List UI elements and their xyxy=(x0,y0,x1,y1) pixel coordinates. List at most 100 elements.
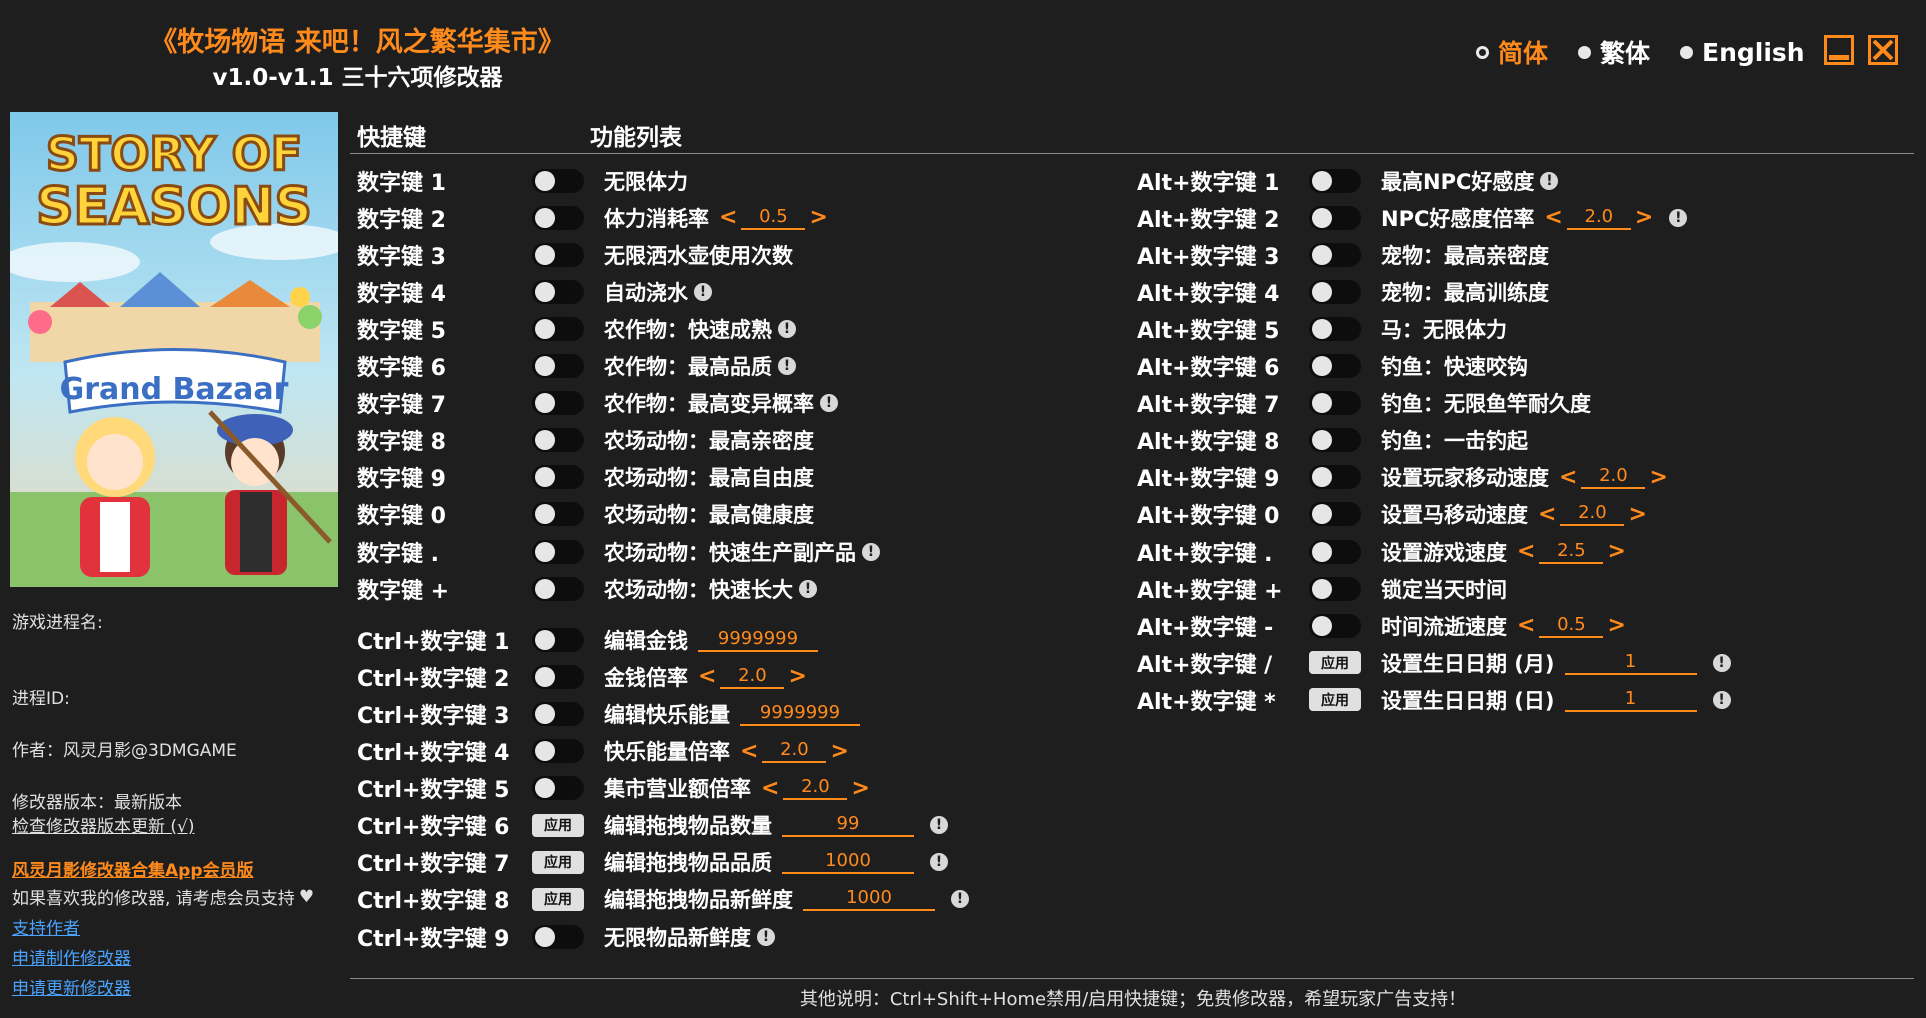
toggle-switch[interactable] xyxy=(532,391,584,416)
apply-button[interactable]: 应用 xyxy=(1309,651,1361,675)
value-field[interactable]: 2.0 xyxy=(720,665,785,689)
info-icon[interactable]: ! xyxy=(778,319,796,338)
toggle-switch[interactable] xyxy=(1309,502,1361,527)
toggle-switch[interactable] xyxy=(532,739,584,763)
value-input[interactable]: 1 xyxy=(1564,651,1697,675)
decrease-arrow-icon[interactable]: < xyxy=(717,205,739,230)
apply-button[interactable]: 应用 xyxy=(532,813,584,837)
radio-selected-icon[interactable] xyxy=(1476,45,1489,59)
value-field[interactable]: 2.0 xyxy=(783,776,848,801)
toggle-switch[interactable] xyxy=(532,465,584,490)
toggle-switch[interactable] xyxy=(1309,428,1361,453)
increase-arrow-icon[interactable]: > xyxy=(1605,613,1627,638)
value-field[interactable]: 0.5 xyxy=(1539,614,1604,638)
value-field[interactable]: 2.0 xyxy=(1560,502,1625,527)
toggle-switch[interactable] xyxy=(1309,391,1361,416)
toggle-switch[interactable] xyxy=(532,242,584,267)
decrease-arrow-icon[interactable]: < xyxy=(738,739,760,764)
hotkey-label: 数字键 5 xyxy=(357,318,446,344)
decrease-arrow-icon[interactable]: < xyxy=(759,776,781,801)
decrease-arrow-icon[interactable]: < xyxy=(696,664,718,689)
info-icon[interactable]: ! xyxy=(1540,171,1559,190)
toggle-switch[interactable] xyxy=(532,664,584,689)
toggle-switch[interactable] xyxy=(532,502,584,527)
request-update-link[interactable]: 申请更新修改器 xyxy=(12,974,131,999)
decrease-arrow-icon[interactable]: < xyxy=(1557,465,1579,490)
app-member-link[interactable]: 风灵月影修改器合集App会员版 xyxy=(12,856,254,881)
decrease-arrow-icon[interactable]: < xyxy=(1542,205,1564,230)
request-trainer-link[interactable]: 申请制作修改器 xyxy=(12,944,131,969)
lang-traditional-option[interactable]: 繁体 xyxy=(1578,34,1650,70)
info-icon[interactable]: ! xyxy=(799,579,817,598)
decrease-arrow-icon[interactable]: < xyxy=(1536,502,1558,527)
value-input[interactable]: 9999999 xyxy=(698,628,818,652)
value-input[interactable]: 1000 xyxy=(782,850,914,875)
value-field[interactable]: 2.0 xyxy=(762,739,827,763)
value-field[interactable]: 2.5 xyxy=(1539,540,1604,564)
lang-english-option[interactable]: English xyxy=(1680,34,1805,70)
info-icon[interactable]: ! xyxy=(694,282,712,301)
increase-arrow-icon[interactable]: > xyxy=(1633,205,1655,230)
support-author-link[interactable]: 支持作者 xyxy=(12,914,80,939)
value-input[interactable]: 1000 xyxy=(803,887,935,912)
apply-button[interactable]: 应用 xyxy=(532,850,584,874)
increase-arrow-icon[interactable]: > xyxy=(849,776,871,801)
toggle-switch[interactable] xyxy=(1309,354,1361,378)
value-input[interactable]: 9999999 xyxy=(740,702,860,726)
value-field[interactable]: 2.0 xyxy=(1581,465,1646,490)
toggle-switch[interactable] xyxy=(532,701,584,726)
toggle-switch[interactable] xyxy=(1309,576,1361,601)
info-icon[interactable]: ! xyxy=(778,357,796,375)
info-icon[interactable]: ! xyxy=(1712,653,1731,672)
info-icon[interactable]: ! xyxy=(1669,208,1688,227)
info-icon[interactable]: ! xyxy=(951,890,969,909)
toggle-switch[interactable] xyxy=(1309,279,1361,304)
minimize-button[interactable] xyxy=(1824,35,1854,65)
toggle-switch[interactable] xyxy=(532,539,584,564)
toggle-switch[interactable] xyxy=(532,627,584,652)
radio-icon[interactable] xyxy=(1680,45,1693,59)
toggle-switch[interactable] xyxy=(532,924,584,949)
info-icon[interactable]: ! xyxy=(820,394,838,413)
toggle-switch[interactable] xyxy=(532,316,584,341)
increase-arrow-icon[interactable]: > xyxy=(1605,539,1627,564)
toggle-switch[interactable] xyxy=(532,354,584,378)
lang-simplified-option[interactable]: 简体 xyxy=(1476,34,1548,70)
apply-button[interactable]: 应用 xyxy=(532,887,584,911)
toggle-switch[interactable] xyxy=(1309,316,1361,341)
value-field[interactable]: 0.5 xyxy=(741,206,806,230)
info-icon[interactable]: ! xyxy=(930,816,948,835)
value-input[interactable]: 1 xyxy=(1564,688,1697,712)
toggle-switch[interactable] xyxy=(1309,205,1361,230)
info-icon[interactable]: ! xyxy=(1712,690,1731,709)
increase-arrow-icon[interactable]: > xyxy=(786,664,808,689)
toggle-switch[interactable] xyxy=(532,279,584,304)
decrease-arrow-icon[interactable]: < xyxy=(1515,539,1537,564)
info-icon[interactable]: ! xyxy=(757,927,775,946)
toggle-switch[interactable] xyxy=(1309,242,1361,267)
value-field[interactable]: 2.0 xyxy=(1566,206,1631,230)
toggle-switch[interactable] xyxy=(1309,168,1361,193)
increase-arrow-icon[interactable]: > xyxy=(807,205,829,230)
value-input[interactable]: 99 xyxy=(782,813,914,838)
increase-arrow-icon[interactable]: > xyxy=(1647,465,1669,490)
increase-arrow-icon[interactable]: > xyxy=(1626,502,1648,527)
option-label: 设置马移动速度 xyxy=(1381,503,1528,528)
toggle-switch[interactable] xyxy=(532,205,584,230)
decrease-arrow-icon[interactable]: < xyxy=(1515,613,1537,638)
toggle-switch[interactable] xyxy=(532,428,584,453)
toggle-switch[interactable] xyxy=(532,168,584,193)
toggle-switch[interactable] xyxy=(532,576,584,601)
toggle-switch[interactable] xyxy=(532,776,584,801)
toggle-switch[interactable] xyxy=(1309,539,1361,564)
radio-icon[interactable] xyxy=(1578,45,1591,59)
toggle-switch[interactable] xyxy=(1309,465,1361,490)
increase-arrow-icon[interactable]: > xyxy=(828,739,850,764)
info-icon[interactable]: ! xyxy=(862,542,880,561)
check-update-link[interactable]: 检查修改器版本更新 (√) xyxy=(12,812,195,837)
info-icon[interactable]: ! xyxy=(930,853,948,872)
hotkey-label: 数字键 6 xyxy=(357,356,446,381)
apply-button[interactable]: 应用 xyxy=(1309,688,1361,712)
toggle-switch[interactable] xyxy=(1309,613,1361,638)
close-button[interactable] xyxy=(1868,35,1898,65)
